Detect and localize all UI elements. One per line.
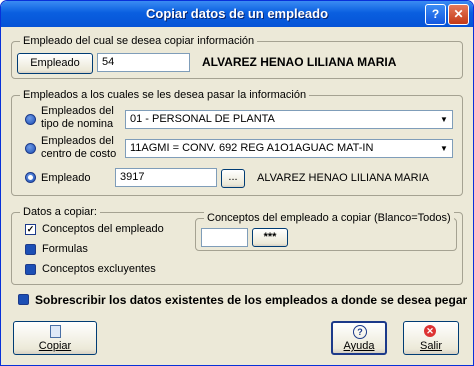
source-employee-button[interactable]: Empleado xyxy=(17,53,93,74)
conceptos-checkbox[interactable]: ✓ xyxy=(25,224,36,235)
excluyentes-label: Conceptos excluyentes xyxy=(42,263,156,275)
chevron-down-icon[interactable]: ▼ xyxy=(436,140,452,157)
source-employee-name: ALVAREZ HENAO LILIANA MARIA xyxy=(202,55,397,69)
target-employee-id-input[interactable]: 3917 xyxy=(115,168,217,187)
centro-costo-radio[interactable] xyxy=(25,143,36,154)
excluyentes-checkbox[interactable] xyxy=(25,264,36,275)
target-group-legend: Empleados a los cuales se les desea pasa… xyxy=(20,89,310,101)
copy-button-label: Copiar xyxy=(38,340,72,352)
exit-button-label: Salir xyxy=(419,340,442,352)
tipo-nomina-value: 01 - PERSONAL DE PLANTA xyxy=(130,113,275,125)
formulas-label: Formulas xyxy=(42,243,88,255)
single-employee-label: Empleado xyxy=(41,172,91,184)
exit-button[interactable]: ✕ Salir xyxy=(403,321,459,355)
help-button-label: Ayuda xyxy=(343,340,375,352)
close-title-button[interactable]: ✕ xyxy=(448,4,469,25)
copy-group-legend: Datos a copiar: xyxy=(20,206,100,218)
centro-costo-value: 11AGMI = CONV. 692 REG A1O1AGUAC MAT-IN xyxy=(130,142,374,154)
help-button[interactable]: ? Ayuda xyxy=(331,321,387,355)
centro-costo-select[interactable]: 11AGMI = CONV. 692 REG A1O1AGUAC MAT-IN … xyxy=(125,139,453,158)
conceptos-label: Conceptos del empleado xyxy=(42,223,164,235)
formulas-checkbox[interactable] xyxy=(25,244,36,255)
browse-employee-button[interactable]: ... xyxy=(221,169,245,188)
dialog-window: Copiar datos de un empleado ? ✕ Empleado… xyxy=(0,0,474,366)
single-employee-radio[interactable] xyxy=(25,172,36,183)
source-group-legend: Empleado del cual se desea copiar inform… xyxy=(20,35,258,47)
copy-icon xyxy=(50,325,61,338)
exit-icon: ✕ xyxy=(424,325,436,337)
tipo-nomina-select[interactable]: 01 - PERSONAL DE PLANTA ▼ xyxy=(125,110,453,129)
centro-costo-label-1: Empleados del xyxy=(41,135,114,147)
tipo-nomina-label-2: tipo de nomina xyxy=(41,118,114,130)
tipo-nomina-radio[interactable] xyxy=(25,114,36,125)
help-icon: ? xyxy=(353,325,367,339)
window-title: Copiar datos de un empleado xyxy=(145,6,329,21)
chevron-down-icon[interactable]: ▼ xyxy=(436,111,452,128)
copy-button[interactable]: Copiar xyxy=(13,321,97,355)
conceptos-subgroup-legend: Conceptos del empleado a copiar (Blanco=… xyxy=(204,212,454,224)
overwrite-label: Sobrescribir los datos existentes de los… xyxy=(35,293,468,307)
conceptos-browse-button[interactable]: *** xyxy=(252,228,288,247)
overwrite-checkbox[interactable] xyxy=(18,294,29,305)
target-employee-name: ALVAREZ HENAO LILIANA MARIA xyxy=(257,172,429,184)
source-employee-id-input[interactable]: 54 xyxy=(97,53,190,72)
tipo-nomina-label-1: Empleados del xyxy=(41,105,114,117)
centro-costo-label-2: centro de costo xyxy=(41,148,117,160)
conceptos-filter-input[interactable] xyxy=(201,228,248,247)
title-bar[interactable]: Copiar datos de un empleado ? ✕ xyxy=(1,1,473,27)
help-title-button[interactable]: ? xyxy=(425,4,446,25)
